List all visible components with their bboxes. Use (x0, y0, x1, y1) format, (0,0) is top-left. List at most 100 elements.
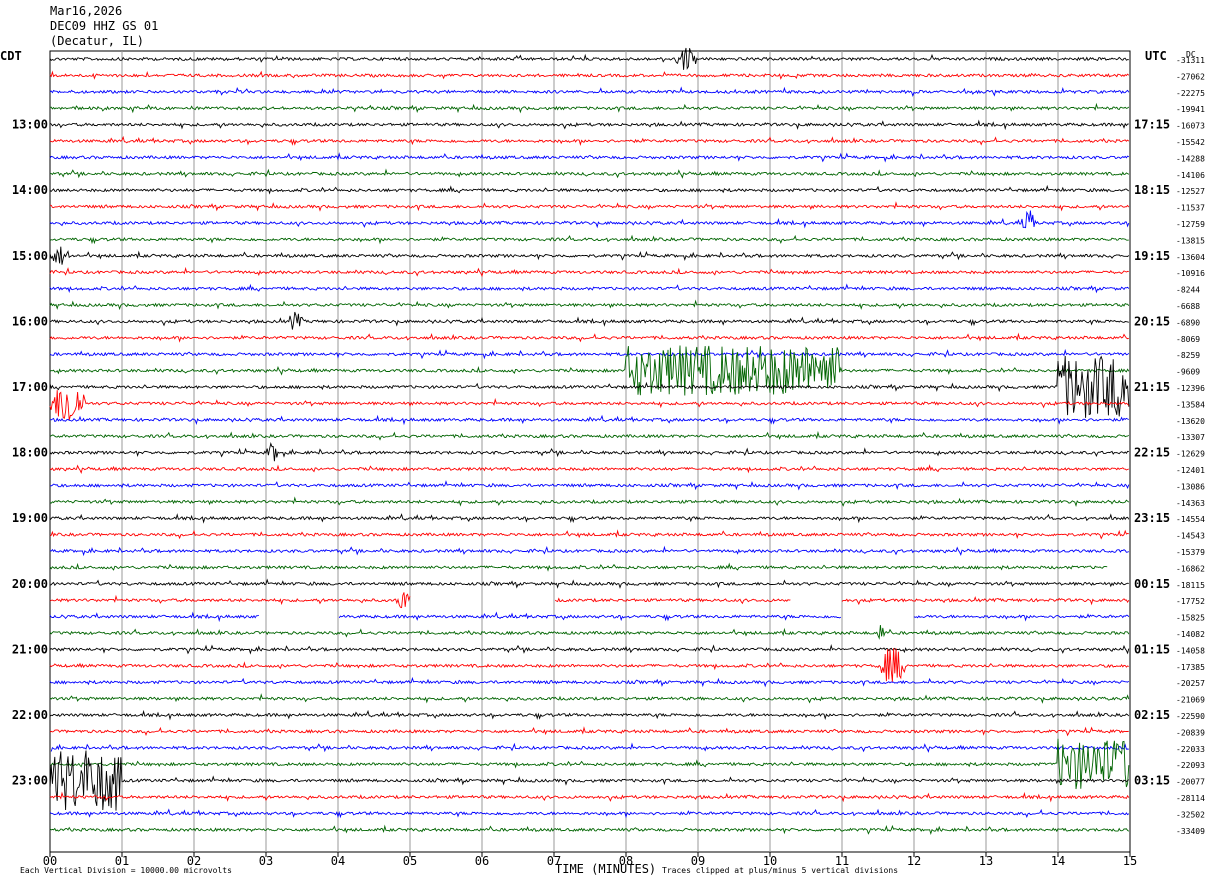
dc-offset-label: -28114 (1176, 794, 1205, 803)
dc-offset-label: -12527 (1176, 187, 1205, 196)
utc-hour-label: 23:15 (1134, 511, 1170, 525)
utc-hour-label: 20:15 (1134, 314, 1170, 328)
x-tick-label: 03 (259, 854, 273, 868)
utc-hour-label: 21:15 (1134, 380, 1170, 394)
dc-offset-label: -13604 (1176, 253, 1205, 262)
x-tick-label: 06 (475, 854, 489, 868)
cdt-hour-label: 19:00 (12, 511, 48, 525)
seismogram-trace (49, 299, 1130, 311)
dc-offset-label: -11537 (1176, 204, 1205, 213)
trace-layer (49, 47, 1130, 835)
dc-offset-label: -14106 (1176, 171, 1205, 180)
dc-offset-label: -27062 (1176, 72, 1205, 81)
dc-offset-label: -8244 (1176, 286, 1200, 295)
dc-offset-label: -12396 (1176, 384, 1205, 393)
seismogram-trace (49, 676, 1130, 688)
seismogram-trace (49, 119, 1129, 131)
utc-hour-label: 01:15 (1134, 642, 1170, 656)
dc-offset-label: -22033 (1176, 745, 1205, 754)
dc-offset-label: -20839 (1176, 728, 1205, 737)
dc-offset-label: -21069 (1176, 696, 1205, 705)
dc-offset-label: -15825 (1176, 614, 1205, 623)
seismogram-trace (49, 70, 1130, 80)
dc-offset-label: -22275 (1176, 89, 1205, 98)
seismogram-trace (49, 791, 1130, 803)
seismogram-trace (49, 624, 1130, 640)
dc-offset-label: -13086 (1176, 482, 1205, 491)
x-tick-label: 14 (1051, 854, 1065, 868)
seismogram-trace (49, 311, 1129, 330)
seismogram-trace (49, 355, 1130, 418)
seismogram-trace (49, 824, 1130, 835)
seismogram-trace (49, 234, 1129, 245)
seismogram-trace (49, 390, 1130, 421)
dc-offset-label: -22093 (1176, 761, 1205, 770)
dc-offset-label: -15379 (1176, 548, 1205, 557)
dc-offset-label: -17752 (1176, 597, 1205, 606)
cdt-hour-label: 20:00 (12, 577, 48, 591)
dc-offset-label: -6890 (1176, 318, 1200, 327)
dc-offset-label: -33409 (1176, 827, 1205, 836)
x-tick-label: 15 (1123, 854, 1137, 868)
cdt-hour-label: 14:00 (12, 183, 48, 197)
seismogram-trace (49, 480, 1130, 491)
seismogram-trace (49, 168, 1130, 179)
seismogram-trace (49, 513, 1130, 524)
seismogram-trace (49, 693, 1130, 704)
dc-offset-label: -14543 (1176, 532, 1205, 541)
clip-note: Traces clipped at plus/minus 5 vertical … (662, 866, 899, 875)
seismogram-trace (49, 464, 1129, 475)
dc-offset-label: -8069 (1176, 335, 1200, 344)
dc-offset-label: -13815 (1176, 236, 1205, 245)
x-tick-label: 05 (403, 854, 417, 868)
dc-offset-label: -20257 (1176, 679, 1205, 688)
utc-hour-label: 18:15 (1134, 183, 1170, 197)
dc-offset-label: -16073 (1176, 122, 1205, 131)
cdt-hour-label: 15:00 (12, 249, 48, 263)
seismogram-trace (50, 742, 1129, 753)
seismogram-trace (49, 184, 1130, 195)
cdt-hour-label: 16:00 (12, 314, 48, 328)
seismogram-trace (49, 726, 1129, 737)
x-tick-label: 13 (979, 854, 993, 868)
seismogram-trace (49, 578, 1129, 589)
dc-offset-label: -12629 (1176, 450, 1205, 459)
helicorder-plot: 00 01 02 03 04 05 06 07 08 09 10 11 12 13 14 15-31311-2… (12, 47, 1205, 868)
seismogram-trace (49, 441, 1129, 462)
dc-offset-label: -17385 (1176, 663, 1205, 672)
dc-offset-label: -14554 (1176, 515, 1205, 524)
seismogram-trace (50, 201, 1130, 212)
scale-note: Each Vertical Division = 10000.00 microv… (20, 866, 232, 875)
dc-offset-label: -15542 (1176, 138, 1205, 147)
seismogram-trace (49, 414, 1129, 426)
seismogram-trace (49, 430, 1130, 441)
cdt-hour-label: 13:00 (12, 118, 48, 132)
dc-header-label: DC (1186, 50, 1196, 59)
x-tick-label: 04 (331, 854, 345, 868)
seismogram-trace (49, 102, 1130, 114)
dc-offset-label: -22590 (1176, 712, 1205, 721)
utc-hour-label: 17:15 (1134, 118, 1170, 132)
dc-offset-label: -12401 (1176, 466, 1205, 475)
x-axis-label: TIME (MINUTES) (555, 862, 657, 876)
dc-offset-label: -19941 (1176, 105, 1205, 114)
utc-hour-label: 00:15 (1134, 577, 1170, 591)
cdt-hour-label: 18:00 (12, 446, 48, 460)
seismogram-trace (49, 332, 1129, 343)
utc-hour-label: 19:15 (1134, 249, 1170, 263)
seismogram-trace (49, 496, 1130, 508)
cdt-hour-label: 23:00 (12, 774, 48, 788)
seismogram-trace (49, 709, 1130, 721)
dc-offset-label: -14058 (1176, 646, 1205, 655)
dc-offset-label: -18115 (1176, 581, 1205, 590)
seismogram-trace (49, 562, 1108, 572)
grid-layer (49, 50, 1131, 857)
dc-offset-label: -20077 (1176, 778, 1205, 787)
dc-offset-label: -6688 (1176, 302, 1200, 311)
seismogram-trace (49, 348, 1130, 360)
dc-offset-label: -10916 (1176, 269, 1205, 278)
seismogram-trace (49, 210, 1130, 229)
dc-offset-label: -14363 (1176, 499, 1205, 508)
dc-offset-label: -32502 (1176, 810, 1205, 819)
seismogram-trace (49, 152, 1130, 163)
